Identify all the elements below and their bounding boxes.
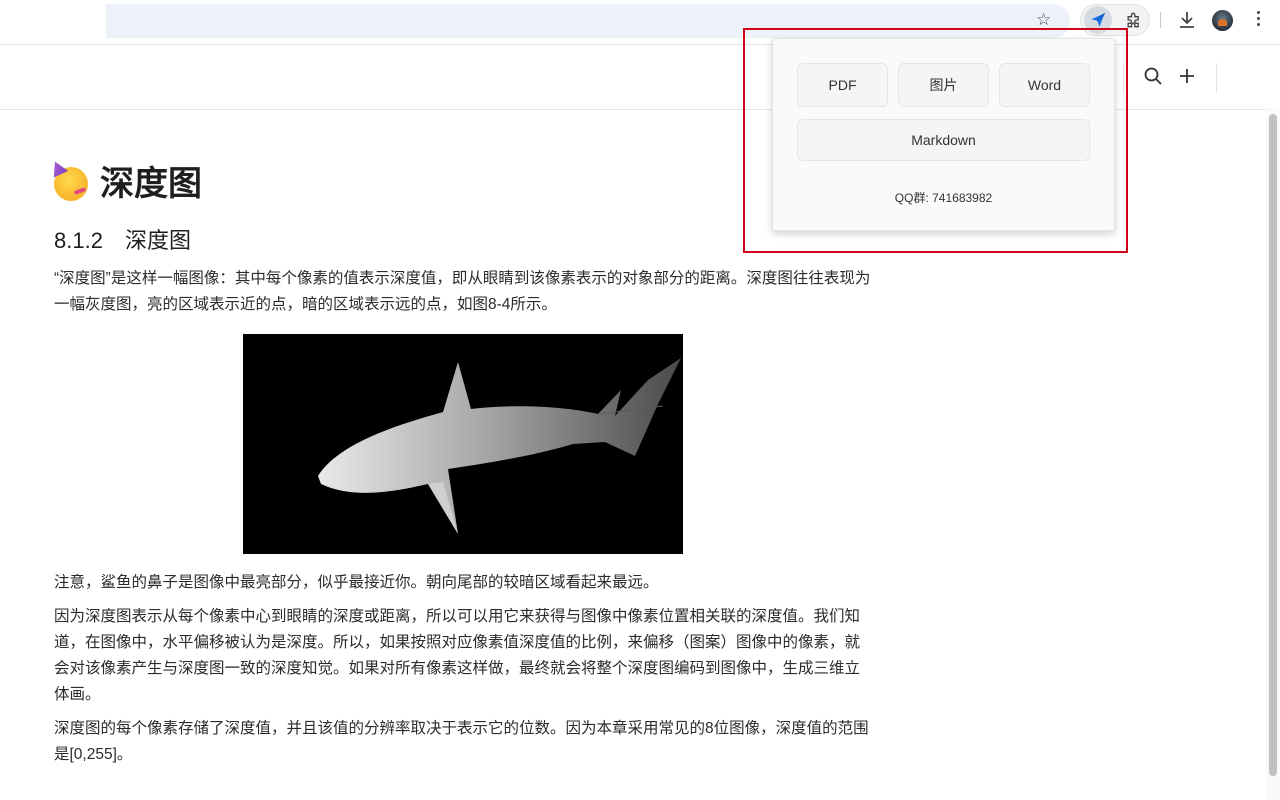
section-number: 8.1.2 [54, 228, 103, 253]
paragraph-2: 注意，鲨鱼的鼻子是图像中最亮部分，似乎最接近你。朝向尾部的较暗区域看起来最远。 [54, 574, 659, 591]
star-icon[interactable]: ☆ [1036, 9, 1051, 31]
toolbar-divider [1160, 12, 1161, 28]
shark-depth-map-image [243, 334, 683, 554]
export-word-button[interactable]: Word [999, 63, 1090, 107]
scrollbar[interactable] [1266, 108, 1280, 800]
paragraph-4: 深度图的每个像素存储了深度值，并且该值的分辨率取决于表示它的位数。因为本章采用常… [54, 720, 869, 763]
search-icon[interactable] [1143, 66, 1163, 86]
qq-group-text: QQ群: 741683982 [894, 191, 993, 205]
scrollbar-thumb[interactable] [1269, 114, 1277, 776]
section-title: 深度图 [124, 228, 191, 253]
puzzle-icon[interactable] [1124, 10, 1144, 30]
header-divider [1123, 63, 1124, 93]
page-title-text: 深度图 [100, 165, 202, 203]
paragraph-1: “深度图”是这样一幅图像：其中每个像素的值表示深度值，即从眼睛到该像素表示的对象… [54, 270, 871, 313]
export-image-button[interactable]: 图片 [898, 63, 989, 107]
browser-toolbar: ☆ [0, 0, 1280, 42]
paragraph-3: 因为深度图表示从每个像素中心到眼睛的深度或距离，所以可以用它来获得与图像中像素位… [54, 608, 861, 703]
plus-icon[interactable] [1177, 66, 1197, 86]
header-divider [1216, 63, 1217, 93]
address-bar[interactable] [106, 4, 1070, 38]
export-pdf-button[interactable]: PDF [797, 63, 888, 107]
send-icon[interactable] [1089, 11, 1107, 29]
download-icon[interactable] [1177, 9, 1197, 31]
avatar[interactable] [1212, 10, 1233, 31]
more-vert-icon[interactable] [1250, 8, 1266, 34]
shark-depth-map-graphic [318, 358, 681, 534]
section-heading: 8.1.2 深度图 [54, 226, 874, 256]
article: 深度图 8.1.2 深度图 “深度图”是这样一幅图像：其中每个像素的值表示深度值，… [54, 160, 874, 776]
party-face-emoji-icon [54, 167, 88, 201]
export-markdown-button[interactable]: Markdown [797, 119, 1090, 161]
export-popup: PDF 图片 Word Markdown QQ群: 741683982 [772, 38, 1115, 231]
page-title: 深度图 [54, 160, 874, 208]
